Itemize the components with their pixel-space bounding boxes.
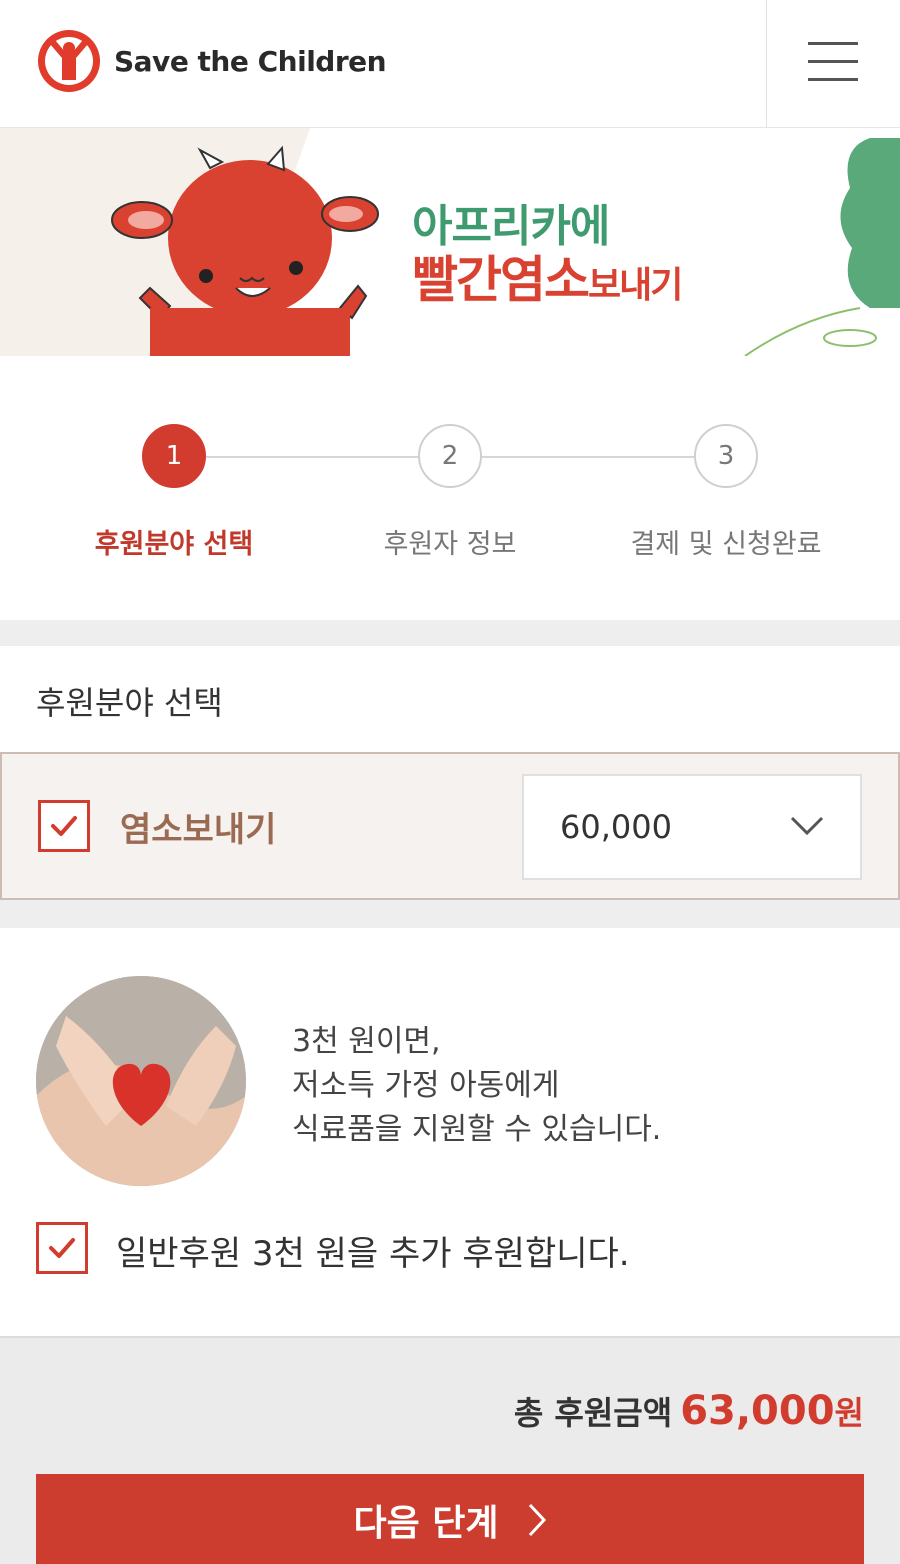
- extra-donation-description: 3천 원이면, 저소득 가정 아동에게 식료품을 지원할 수 있습니다.: [292, 1020, 661, 1152]
- extra-donation-checkbox[interactable]: [36, 1222, 88, 1274]
- section-separator: [0, 900, 900, 928]
- hamburger-menu-icon[interactable]: [808, 40, 860, 84]
- brand-logo[interactable]: Save the Children: [36, 28, 387, 94]
- next-step-label: 다음 단계: [353, 1503, 499, 1544]
- description-line: 3천 원이면,: [292, 1024, 441, 1059]
- save-the-children-logo-icon: [38, 30, 100, 92]
- total-value: 63,000: [680, 1388, 835, 1434]
- description-line: 저소득 가정 아동에게: [292, 1068, 560, 1103]
- extra-donation-label[interactable]: 일반후원 3천 원을 추가 후원합니다.: [116, 1226, 630, 1275]
- donation-item-row: 염소보내기 60,000: [0, 752, 900, 900]
- total-area: 총 후원금액 63,000원 다음 단계: [0, 1336, 900, 1564]
- banner-title-line2: 빨간염소보내기: [412, 240, 683, 312]
- hands-heart-photo: [36, 976, 246, 1186]
- step-2-label: 후원자 정보: [383, 529, 517, 560]
- description-line: 식료품을 지원할 수 있습니다.: [292, 1112, 662, 1147]
- progress-steps: 1 2 3 후원분야 선택 후원자 정보 결제 및 신청완료: [0, 356, 900, 620]
- checkmark-icon: [51, 816, 77, 836]
- campaign-banner[interactable]: 아프리카에 빨간염소보내기: [0, 128, 900, 356]
- step-3-circle: 3: [694, 424, 758, 488]
- menu-divider: [766, 0, 767, 128]
- amount-value: 60,000: [560, 808, 672, 846]
- total-unit: 원: [834, 1394, 864, 1432]
- checkmark-icon: [49, 1238, 75, 1258]
- section-separator: [0, 620, 900, 646]
- amount-dropdown[interactable]: 60,000: [522, 774, 862, 880]
- chevron-right-icon: [528, 1503, 546, 1537]
- step-1-circle: 1: [142, 424, 206, 488]
- chevron-down-icon: [790, 816, 824, 836]
- banner-title-suffix: 보내기: [588, 265, 683, 306]
- step-2-circle: 2: [418, 424, 482, 488]
- next-step-button[interactable]: 다음 단계: [36, 1474, 864, 1564]
- heart-in-hands-icon: [36, 976, 246, 1186]
- item-checkbox[interactable]: [38, 800, 90, 852]
- brand-name: Save the Children: [114, 44, 387, 78]
- tree-icon: [744, 138, 900, 356]
- section-title: 후원분야 선택: [36, 684, 223, 722]
- step-connector: [482, 456, 694, 458]
- total-amount: 총 후원금액 63,000원: [514, 1388, 864, 1434]
- step-connector: [206, 456, 418, 458]
- banner-title-highlight: 빨간염소: [412, 251, 590, 309]
- step-1-label: 후원분야 선택: [94, 529, 254, 560]
- step-3-label: 결제 및 신청완료: [630, 529, 822, 560]
- item-label: 염소보내기: [120, 810, 277, 850]
- total-label: 총 후원금액: [513, 1394, 673, 1432]
- header: Save the Children: [0, 0, 900, 128]
